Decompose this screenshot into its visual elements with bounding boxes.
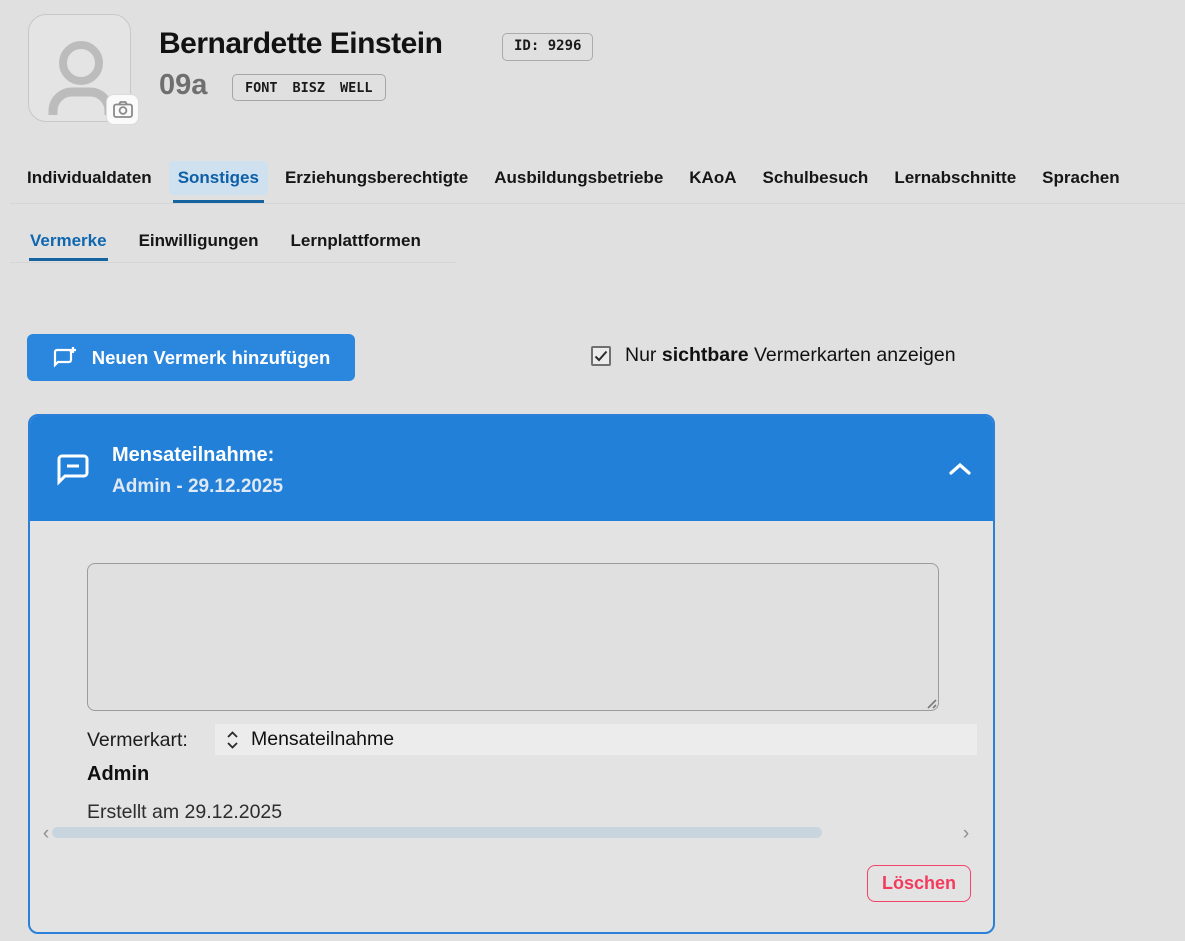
subtab-einwilligungen[interactable]: Einwilligungen	[127, 224, 271, 258]
note-card-title: Mensateilnahme:	[112, 444, 274, 467]
tag-bisz: BISZ	[293, 80, 326, 96]
student-tags-badge: FONT BISZ WELL	[232, 74, 386, 101]
tab-lernabschnitte[interactable]: Lernabschnitte	[885, 161, 1025, 195]
collapse-card-button[interactable]	[938, 452, 982, 486]
filter-label-bold: sichtbare	[662, 344, 749, 366]
subtab-lernplattformen[interactable]: Lernplattformen	[279, 224, 433, 258]
tag-font: FONT	[245, 80, 278, 96]
note-card-subtitle: Admin - 29.12.2025	[112, 476, 283, 498]
student-id-badge: ID: 9296	[502, 33, 593, 61]
add-note-button[interactable]: Neuen Vermerk hinzufügen	[27, 334, 355, 381]
tab-individualdaten[interactable]: Individualdaten	[18, 161, 161, 195]
tab-sprachen[interactable]: Sprachen	[1033, 161, 1128, 195]
change-photo-button[interactable]	[106, 94, 139, 125]
note-card: Mensateilnahme: Admin - 29.12.2025 Verme…	[28, 414, 995, 934]
student-name: Bernardette Einstein	[159, 27, 442, 61]
note-type-value: Mensateilnahme	[251, 728, 394, 751]
tab-sonstiges[interactable]: Sonstiges	[169, 161, 268, 195]
camera-icon	[113, 101, 133, 118]
scroll-right-arrow[interactable]: ›	[958, 823, 974, 845]
note-created-date: Erstellt am 29.12.2025	[87, 801, 282, 824]
select-arrows-icon	[226, 730, 239, 750]
sub-tab-bar: Vermerke Einwilligungen Lernplattformen	[18, 224, 433, 258]
subtab-vermerke[interactable]: Vermerke	[18, 224, 119, 258]
add-note-button-label: Neuen Vermerk hinzufügen	[92, 347, 331, 369]
note-text-input[interactable]	[87, 563, 939, 711]
sub-tab-divider	[10, 262, 456, 263]
checkmark-icon	[594, 350, 608, 362]
delete-note-button[interactable]: Löschen	[867, 865, 971, 902]
main-tab-bar: Individualdaten Sonstiges Erziehungsbere…	[18, 161, 1185, 195]
main-tab-divider	[10, 203, 1185, 204]
note-author: Admin	[87, 763, 149, 786]
filter-label-suffix: Vermerkarten anzeigen	[749, 344, 956, 366]
horizontal-scrollbar-thumb[interactable]	[52, 827, 822, 838]
tab-ausbildungsbetriebe[interactable]: Ausbildungsbetriebe	[485, 161, 672, 195]
tab-schulbesuch[interactable]: Schulbesuch	[754, 161, 878, 195]
chevron-up-icon	[948, 462, 972, 476]
add-comment-icon	[52, 345, 78, 371]
note-card-header: Mensateilnahme: Admin - 29.12.2025	[30, 416, 993, 521]
tab-erziehungsberechtigte[interactable]: Erziehungsberechtigte	[276, 161, 477, 195]
visible-notes-checkbox[interactable]	[591, 346, 611, 366]
comment-icon	[54, 450, 92, 493]
visible-notes-checkbox-label[interactable]: Nur sichtbare Vermerkarten anzeigen	[625, 344, 956, 367]
note-type-label: Vermerkart:	[87, 729, 188, 752]
tab-kaoa[interactable]: KAoA	[680, 161, 745, 195]
filter-label-prefix: Nur	[625, 344, 662, 366]
tag-well: WELL	[340, 80, 373, 96]
class-label: 09a	[159, 69, 207, 102]
note-type-select[interactable]: Mensateilnahme	[215, 724, 977, 755]
